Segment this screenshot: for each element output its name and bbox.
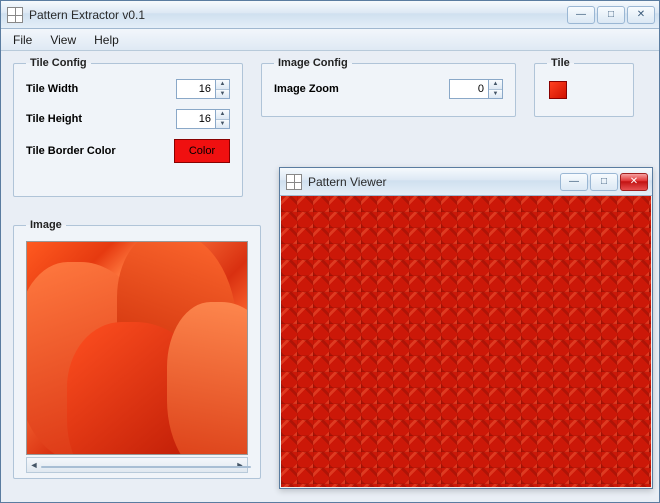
- tile-height-spinner[interactable]: ▲ ▼: [216, 109, 230, 129]
- scroll-thumb[interactable]: [41, 466, 251, 468]
- image-config-legend: Image Config: [274, 57, 352, 69]
- menu-help[interactable]: Help: [86, 30, 127, 50]
- menubar: File View Help: [1, 29, 659, 51]
- tile-border-color-label: Tile Border Color: [26, 145, 174, 157]
- chevron-up-icon[interactable]: ▲: [216, 80, 229, 90]
- viewer-title: Pattern Viewer: [308, 175, 560, 189]
- tile-height-label: Tile Height: [26, 113, 176, 125]
- image-zoom-label: Image Zoom: [274, 83, 449, 95]
- scroll-right-icon[interactable]: ►: [233, 458, 247, 472]
- main-window-controls: — □ ✕: [567, 6, 655, 24]
- chevron-down-icon[interactable]: ▼: [489, 90, 502, 99]
- chevron-down-icon[interactable]: ▼: [216, 90, 229, 99]
- minimize-button[interactable]: —: [567, 6, 595, 24]
- maximize-button[interactable]: □: [597, 6, 625, 24]
- image-legend: Image: [26, 219, 66, 231]
- tile-width-spinner[interactable]: ▲ ▼: [216, 79, 230, 99]
- pattern-viewer-canvas[interactable]: [281, 196, 651, 487]
- tile-preview-group: Tile: [534, 57, 634, 117]
- close-button[interactable]: ✕: [627, 6, 655, 24]
- close-button[interactable]: ✕: [620, 173, 648, 191]
- chevron-up-icon[interactable]: ▲: [216, 110, 229, 120]
- image-group: Image ◄ ►: [13, 219, 261, 479]
- image-view[interactable]: [26, 241, 248, 455]
- scroll-left-icon[interactable]: ◄: [27, 458, 41, 472]
- app-icon: [286, 174, 302, 190]
- tile-preview-legend: Tile: [547, 57, 574, 69]
- tile-width-input[interactable]: [176, 79, 216, 99]
- main-titlebar[interactable]: Pattern Extractor v0.1 — □ ✕: [1, 1, 659, 29]
- tile-preview-swatch: [549, 81, 567, 99]
- tile-height-input[interactable]: [176, 109, 216, 129]
- tile-config-group: Tile Config Tile Width ▲ ▼ Tile Height ▲: [13, 57, 243, 197]
- minimize-button[interactable]: —: [560, 173, 588, 191]
- chevron-up-icon[interactable]: ▲: [489, 80, 502, 90]
- image-zoom-spinner[interactable]: ▲ ▼: [489, 79, 503, 99]
- color-button[interactable]: Color: [174, 139, 230, 163]
- maximize-button[interactable]: □: [590, 173, 618, 191]
- image-hscrollbar[interactable]: ◄ ►: [26, 457, 248, 473]
- app-icon: [7, 7, 23, 23]
- chevron-down-icon[interactable]: ▼: [216, 120, 229, 129]
- menu-view[interactable]: View: [42, 30, 84, 50]
- image-zoom-input[interactable]: [449, 79, 489, 99]
- app-title: Pattern Extractor v0.1: [29, 8, 567, 22]
- tile-config-legend: Tile Config: [26, 57, 91, 69]
- pattern-viewer-window: Pattern Viewer — □ ✕: [279, 167, 653, 489]
- tile-width-label: Tile Width: [26, 83, 176, 95]
- menu-file[interactable]: File: [5, 30, 40, 50]
- image-config-group: Image Config Image Zoom ▲ ▼: [261, 57, 516, 117]
- viewer-window-controls: — □ ✕: [560, 173, 648, 191]
- viewer-titlebar[interactable]: Pattern Viewer — □ ✕: [280, 168, 652, 196]
